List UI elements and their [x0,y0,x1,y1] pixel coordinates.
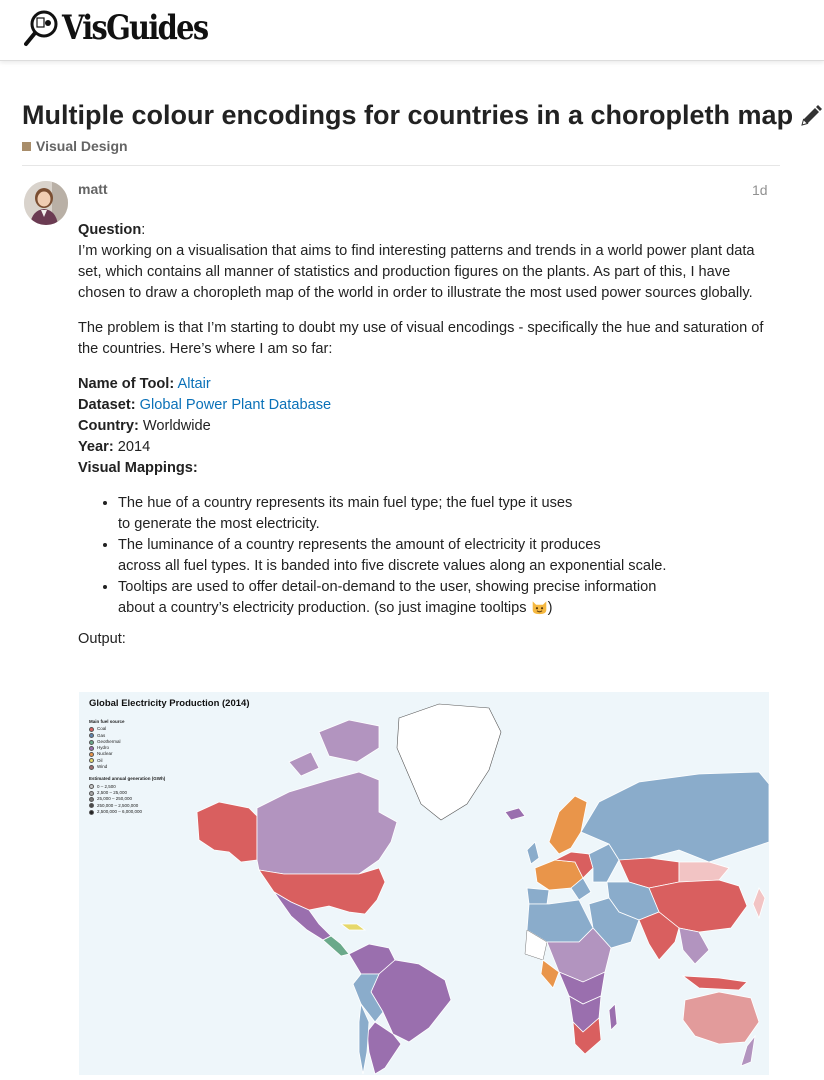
mappings-list: The hue of a country represents its main… [78,493,778,619]
country-southeast-asia [678,927,710,965]
country-value: Worldwide [142,418,211,434]
country-usa [258,867,386,915]
tool-label: Name of Tool: [78,376,175,392]
country-greenland [396,703,502,821]
dataset-link[interactable]: Global Power Plant Database [140,397,331,413]
magnifier-glass-icon [24,10,58,46]
avatar[interactable] [24,181,68,225]
site-logo[interactable]: VisGuides [24,8,233,48]
country-cuba [339,923,367,931]
list-item-text: The luminance of a country represents th… [118,537,601,553]
country-mongolia [678,861,730,883]
output-label: Output: [78,631,126,647]
country-madagascar [608,1003,618,1031]
country-chile [358,1002,370,1075]
list-item-text: Tooltips are used to offer detail-on-dem… [118,579,657,595]
site-header: VisGuides [0,0,824,61]
year-value: 2014 [117,439,151,455]
details-paragraph: Name of Tool: Altair Dataset: Global Pow… [78,374,778,479]
country-indonesia [681,975,748,991]
country-central-america [322,935,350,957]
country-australia [682,991,760,1045]
list-item-text: to generate the most electricity. [118,516,320,532]
category-color-swatch [22,141,31,151]
logo-text: VisGuides [62,8,209,48]
question-paragraph: Question: I’m working on a visualisation… [78,222,755,301]
post-date[interactable]: 1d [752,182,768,198]
problem-paragraph: The problem is that I’m starting to doub… [78,320,764,357]
question-text: I’m working on a visualisation that aims… [78,243,755,301]
category-badge[interactable]: Visual Design [22,138,128,154]
divider [22,165,780,166]
country-canada-islands [318,719,380,763]
country-spain [526,887,550,905]
mappings-label: Visual Mappings: [78,460,198,476]
tool-link[interactable]: Altair [177,376,210,392]
country-uk [526,841,540,865]
smiley-cat-emoji-icon [532,601,546,615]
question-label: Question [78,222,142,238]
pencil-icon[interactable] [799,104,823,128]
country-iceland [504,807,526,821]
post-body: Question: I’m working on a visualisation… [78,220,778,664]
category-label: Visual Design [36,138,128,154]
topic-title: Multiple colour encodings for countries … [22,100,823,131]
world-map [196,703,769,1075]
list-item-text: about a country’s electricity production… [118,600,527,616]
topic-title-text: Multiple colour encodings for countries … [22,100,794,130]
post-author[interactable]: matt [78,181,108,197]
dataset-label: Dataset: [78,397,136,413]
list-item: The hue of a country represents its main… [118,493,778,535]
country-japan [752,887,766,920]
country-label: Country: [78,418,139,434]
list-item-text: across all fuel types. It is banded into… [118,558,667,574]
tooltip-close-paren: ) [547,600,553,616]
country-canada [256,771,398,875]
avatar-image [24,181,68,225]
list-item: Tooltips are used to offer detail-on-dem… [118,577,778,619]
list-item-text: The hue of a country represents its main… [118,495,573,511]
country-scandinavia [548,795,588,855]
country-alaska [196,801,258,863]
choropleth-map-image[interactable]: Global Electricity Production (2014) Mai… [79,692,769,1075]
country-canada-islands-west [288,751,320,777]
list-item: The luminance of a country represents th… [118,535,778,577]
year-label: Year: [78,439,114,455]
